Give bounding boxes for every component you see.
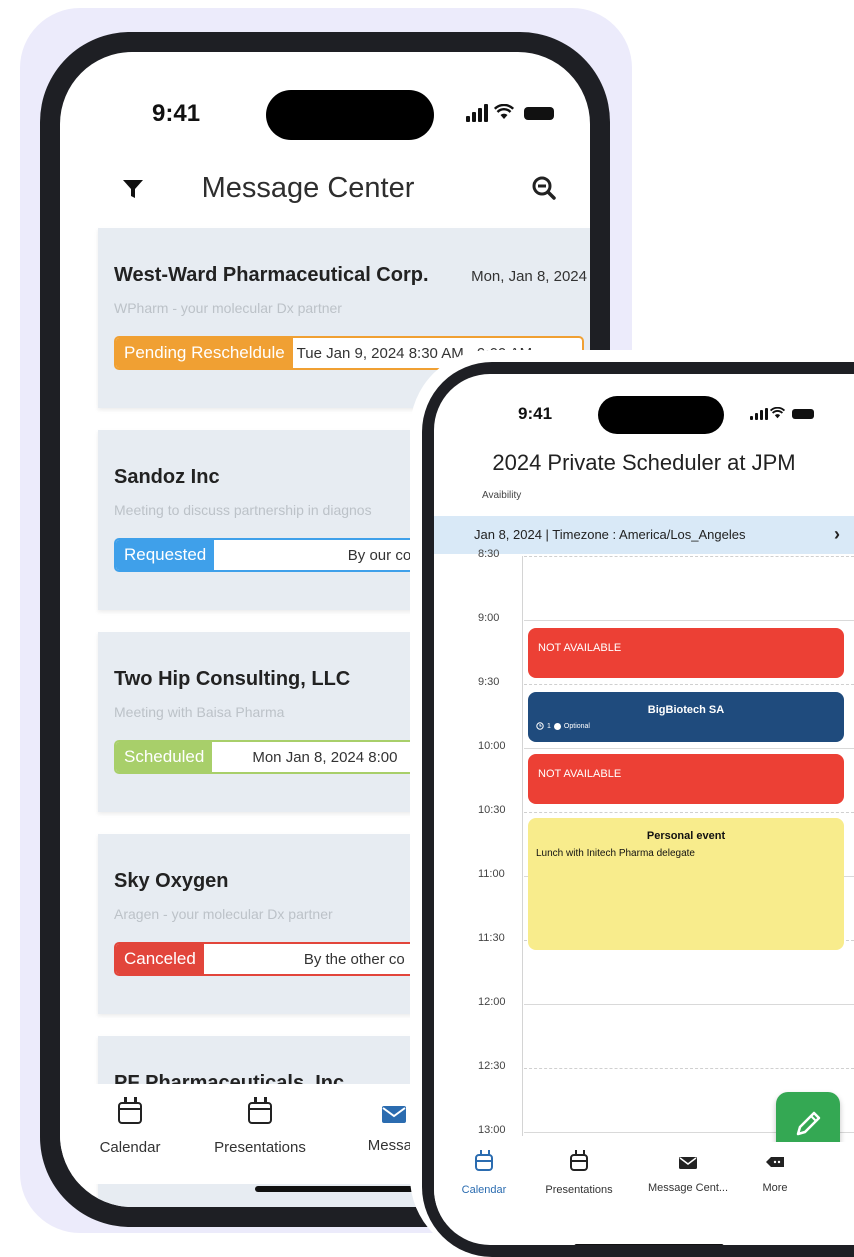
mail-icon xyxy=(382,1106,406,1123)
wifi-icon xyxy=(770,407,785,419)
signal-icon xyxy=(466,104,488,122)
day-timeline[interactable]: 8:30 9:00 9:30 10:00 10:30 11:00 11:30 1… xyxy=(434,548,854,1136)
phone-frame: 9:41 2024 Private Scheduler at JPM Avaib… xyxy=(422,362,854,1257)
event-title: BigBiotech SA xyxy=(647,704,725,716)
tab-more[interactable]: More xyxy=(750,1154,800,1194)
tab-label: Message Cent... xyxy=(647,1182,729,1194)
phone-scheduler: 9:41 2024 Private Scheduler at JPM Avaib… xyxy=(410,350,854,1257)
dynamic-island xyxy=(598,396,724,434)
phone-screen: 9:41 2024 Private Scheduler at JPM Avaib… xyxy=(434,374,854,1245)
tab-message-center[interactable]: Message Cent... xyxy=(638,1154,738,1194)
time-label: 12:30 xyxy=(478,1060,506,1072)
card-subtitle: WPharm - your molecular Dx partner xyxy=(114,300,342,316)
time-label: 13:00 xyxy=(478,1124,506,1136)
time-label: 11:30 xyxy=(478,932,505,944)
event-description: Lunch with Initech Pharma delegate xyxy=(536,848,695,859)
grid-line xyxy=(524,1004,854,1005)
event-meta: 1 Optional xyxy=(536,722,590,730)
tab-label: Presentations xyxy=(545,1184,613,1196)
card-company: Two Hip Consulting, LLC xyxy=(114,668,351,690)
event-personal[interactable]: Personal event Lunch with Initech Pharma… xyxy=(528,818,844,950)
event-not-available[interactable]: NOT AVAILABLE xyxy=(528,754,844,804)
time-label: 8:30 xyxy=(478,548,500,560)
time-label: 9:00 xyxy=(478,612,500,624)
grid-line xyxy=(524,812,854,813)
page-title: Message Center xyxy=(201,172,415,204)
grid-line xyxy=(524,684,854,685)
optional-label: Optional xyxy=(563,722,590,730)
tab-label: More xyxy=(762,1182,788,1194)
optional-dot xyxy=(553,722,561,730)
event-title: Personal event xyxy=(646,830,726,842)
status-badge: Pending Rescheldule xyxy=(116,338,293,368)
availability-label: Avaibility xyxy=(482,490,522,501)
status-time: 9:41 xyxy=(518,404,553,423)
card-subtitle: Meeting to discuss partnership in diagno… xyxy=(114,502,372,518)
status-badge: Scheduled xyxy=(116,742,213,772)
time-label: 10:30 xyxy=(478,804,506,816)
date-timezone-text: Jan 8, 2024 | Timezone : America/Los_Ang… xyxy=(474,527,746,542)
battery-icon xyxy=(524,107,554,120)
header: Message Center xyxy=(60,160,590,220)
grid-line xyxy=(524,1068,854,1069)
grid-line xyxy=(524,556,854,557)
card-company: West-Ward Pharmaceutical Corp. xyxy=(114,264,429,286)
chevron-right-icon[interactable]: › xyxy=(834,524,840,545)
time-label: 9:30 xyxy=(478,676,500,688)
event-title: NOT AVAILABLE xyxy=(538,768,622,780)
card-company: Sky Oxygen xyxy=(114,870,229,892)
clock-icon xyxy=(536,722,544,730)
tab-label: Calendar xyxy=(99,1139,161,1156)
card-subtitle: Meeting with Baisa Pharma xyxy=(114,704,285,720)
battery-icon xyxy=(792,409,814,419)
tab-bar: Calendar Presentations Message Cent... M… xyxy=(434,1142,854,1222)
more-icon xyxy=(766,1157,784,1167)
time-label: 10:00 xyxy=(478,740,506,752)
status-time: 9:41 xyxy=(152,100,201,127)
grid-line xyxy=(524,748,854,749)
status-badge: Canceled xyxy=(116,944,204,974)
attendee-count: 1 xyxy=(547,722,551,730)
tab-label: Presentations xyxy=(214,1139,306,1156)
tab-label: Calendar xyxy=(461,1184,507,1196)
card-subtitle: Aragen - your molecular Dx partner xyxy=(114,906,333,922)
tab-presentations[interactable]: Presentations xyxy=(534,1150,624,1196)
event-title: NOT AVAILABLE xyxy=(538,642,622,654)
mail-icon xyxy=(679,1157,697,1169)
calendar-icon xyxy=(570,1150,588,1171)
status-bar: 9:41 xyxy=(60,52,590,172)
wifi-icon xyxy=(494,104,514,119)
home-indicator xyxy=(574,1244,724,1245)
zoom-out-icon[interactable] xyxy=(530,174,558,202)
page-title: 2024 Private Scheduler at JPM xyxy=(492,450,796,475)
card-date: Mon, Jan 8, 2024 xyxy=(471,268,587,285)
tab-calendar[interactable]: Calendar xyxy=(90,1097,170,1156)
tab-presentations[interactable]: Presentations xyxy=(200,1097,320,1156)
tab-calendar[interactable]: Calendar xyxy=(454,1150,514,1196)
calendar-icon xyxy=(475,1150,493,1171)
dynamic-island xyxy=(266,90,434,140)
signal-icon xyxy=(750,408,768,420)
card-company: Sandoz Inc xyxy=(114,466,220,488)
calendar-icon xyxy=(248,1097,272,1124)
calendar-icon xyxy=(118,1097,142,1124)
time-label: 11:00 xyxy=(478,868,505,880)
status-badge: Requested xyxy=(116,540,215,570)
time-label: 12:00 xyxy=(478,996,506,1008)
event-meeting[interactable]: BigBiotech SA 1 Optional xyxy=(528,692,844,742)
timeline-axis xyxy=(522,556,523,1136)
event-not-available[interactable]: NOT AVAILABLE xyxy=(528,628,844,678)
grid-line xyxy=(524,620,854,621)
